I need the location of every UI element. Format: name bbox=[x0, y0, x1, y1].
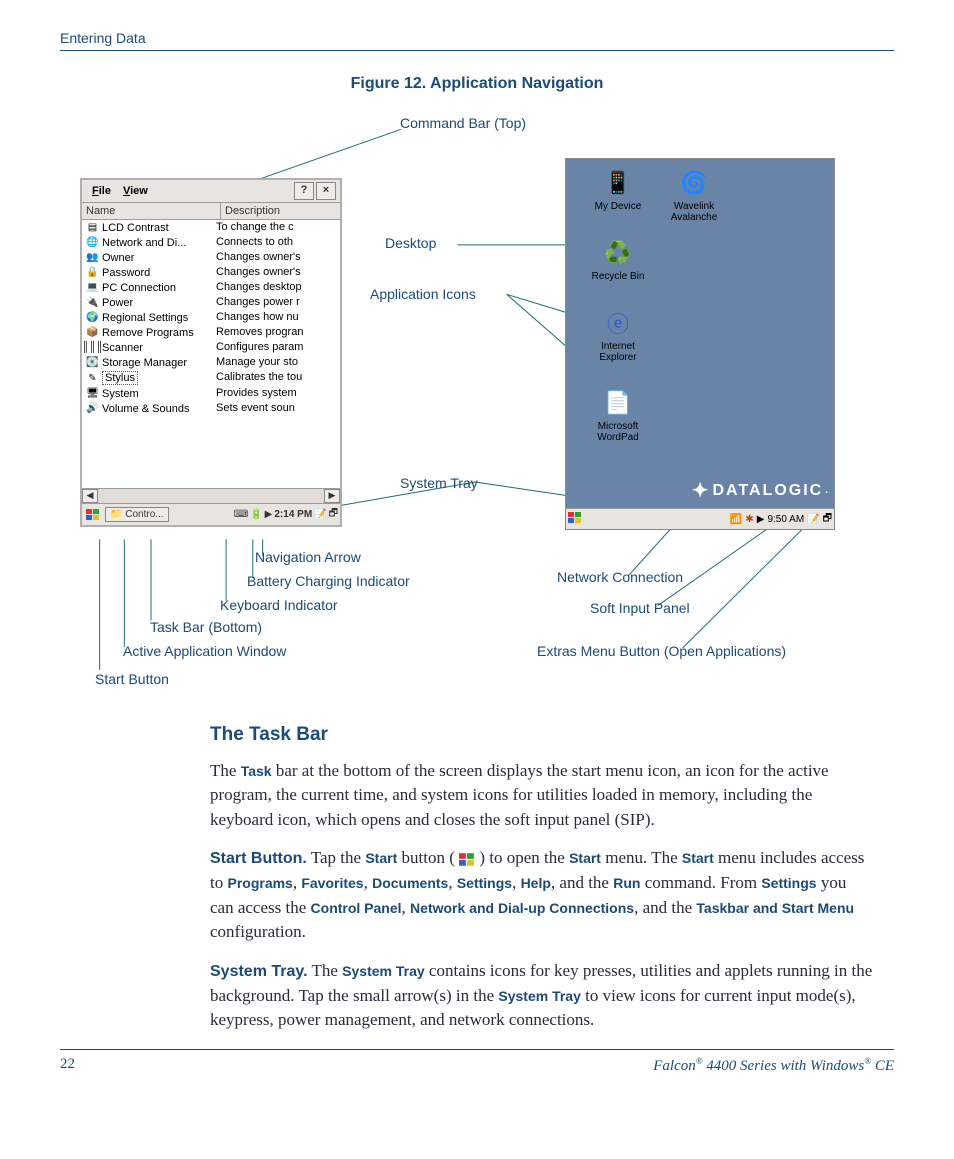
lock-icon: 🔒 bbox=[86, 266, 99, 279]
pc-connection-icon: 💻 bbox=[86, 281, 99, 294]
display-icon: ▤ bbox=[86, 221, 99, 234]
callout-keyboard: Keyboard Indicator bbox=[220, 597, 338, 613]
figure-diagram: Command Bar (Top) Desktop Application Ic… bbox=[70, 103, 894, 703]
callout-desktop: Desktop bbox=[385, 235, 436, 251]
list-item[interactable]: 🔊Volume & SoundsSets event soun bbox=[82, 401, 340, 416]
task-bar: 📶 ✱ ▶ 9:50 AM 📝 🗗 bbox=[566, 508, 834, 529]
windows-flag-icon bbox=[86, 509, 100, 521]
owner-icon: 👥 bbox=[86, 251, 99, 264]
callout-app-icons: Application Icons bbox=[370, 286, 476, 302]
remove-icon: 📦 bbox=[86, 326, 99, 339]
sip-icon[interactable]: 📝 bbox=[807, 514, 819, 525]
control-panel-list: ▤LCD ContrastTo change the c 🌐Network an… bbox=[82, 220, 340, 488]
nav-arrow-icon[interactable]: ▶ bbox=[265, 509, 273, 520]
extras-menu-icon[interactable]: 🗗 bbox=[823, 511, 832, 528]
list-item[interactable]: ▤LCD ContrastTo change the c bbox=[82, 220, 340, 235]
footer-product: Falcon® 4400 Series with Windows® CE bbox=[653, 1056, 894, 1075]
network-icon: 🌐 bbox=[86, 236, 99, 249]
battery-charging-icon[interactable]: 🔋 bbox=[250, 509, 262, 520]
list-item[interactable]: ✎StylusCalibrates the tou bbox=[82, 370, 340, 386]
close-button[interactable]: × bbox=[316, 182, 336, 200]
clock: 9:50 AM bbox=[767, 514, 804, 525]
extras-menu-icon[interactable]: 🗗 bbox=[329, 506, 338, 523]
list-item[interactable]: 🌐Network and Di...Connects to oth bbox=[82, 235, 340, 250]
page-footer: 22 Falcon® 4400 Series with Windows® CE bbox=[60, 1049, 894, 1075]
scanner-icon: ║║║ bbox=[86, 341, 99, 354]
stylus-icon: ✎ bbox=[86, 372, 99, 385]
power-icon: 🔌 bbox=[86, 296, 99, 309]
help-button[interactable]: ? bbox=[294, 182, 314, 200]
windows-flag-icon bbox=[568, 512, 582, 524]
active-application-button[interactable]: 📁 Contro... bbox=[105, 507, 169, 522]
callout-sip: Soft Input Panel bbox=[590, 600, 690, 616]
desktop-icon-wordpad[interactable]: 📄 Microsoft WordPad bbox=[586, 387, 650, 443]
desktop-icon-wavelink[interactable]: 🌀 Wavelink Avalanche bbox=[662, 167, 726, 223]
paragraph-system-tray: System Tray. The System Tray contains ic… bbox=[210, 959, 874, 1033]
command-bar: FFileile VViewiew ? × bbox=[82, 180, 340, 203]
desktop-screen: 📱 My Device 🌀 Wavelink Avalanche ♻️ Recy… bbox=[565, 158, 835, 530]
callout-battery: Battery Charging Indicator bbox=[247, 573, 410, 589]
scroll-right-icon[interactable]: ▶ bbox=[324, 489, 340, 503]
keyboard-indicator-icon[interactable]: ⌨ bbox=[234, 509, 248, 520]
globe-icon: 🌍 bbox=[86, 311, 99, 324]
nav-arrow-icon[interactable]: ▶ bbox=[757, 514, 765, 525]
page-header: Entering Data bbox=[60, 30, 894, 51]
menu-view[interactable]: VViewiew bbox=[117, 183, 154, 199]
status-icon[interactable]: ✱ bbox=[745, 514, 753, 525]
list-item[interactable]: 🖥SystemProvides system bbox=[82, 386, 340, 401]
column-name[interactable]: Name bbox=[82, 203, 221, 219]
heading-task-bar: The Task Bar bbox=[210, 721, 874, 749]
callout-network: Network Connection bbox=[557, 569, 683, 585]
clock: 2:14 PM bbox=[274, 509, 312, 520]
horizontal-scrollbar[interactable]: ◀ ▶ bbox=[82, 488, 340, 503]
datalogic-brand: ✦DATALOGIC. bbox=[692, 478, 828, 503]
callout-taskbar-bottom: Task Bar (Bottom) bbox=[150, 619, 262, 635]
desktop-icon-ie[interactable]: ⓔ Internet Explorer bbox=[586, 307, 650, 363]
list-item[interactable]: 💻PC ConnectionChanges desktop bbox=[82, 280, 340, 295]
control-panel-window: FFileile VViewiew ? × Name Description ▤… bbox=[80, 178, 342, 527]
scroll-left-icon[interactable]: ◀ bbox=[82, 489, 98, 503]
desktop-icon-my-device[interactable]: 📱 My Device bbox=[586, 167, 650, 212]
callout-nav-arrow: Navigation Arrow bbox=[255, 549, 361, 565]
list-item[interactable]: 👥OwnerChanges owner's bbox=[82, 250, 340, 265]
sound-icon: 🔊 bbox=[86, 402, 99, 415]
start-button[interactable] bbox=[568, 512, 582, 527]
paragraph-taskbar-intro: The Task bar at the bottom of the screen… bbox=[210, 759, 874, 833]
list-item[interactable]: 🔒PasswordChanges owner's bbox=[82, 265, 340, 280]
windows-flag-icon bbox=[459, 853, 475, 867]
network-connection-icon[interactable]: 📶 bbox=[730, 514, 742, 525]
body-content: The Task Bar The Task bar at the bottom … bbox=[210, 721, 874, 1033]
list-item[interactable]: 📦Remove ProgramsRemoves progran bbox=[82, 325, 340, 340]
wavelink-icon: 🌀 bbox=[678, 167, 710, 199]
callout-start-button: Start Button bbox=[95, 671, 169, 687]
device-icon: 📱 bbox=[602, 167, 634, 199]
callout-system-tray: System Tray bbox=[400, 475, 478, 491]
list-item[interactable]: 🌍Regional SettingsChanges how nu bbox=[82, 310, 340, 325]
storage-icon: 💽 bbox=[86, 356, 99, 369]
wordpad-icon: 📄 bbox=[602, 387, 634, 419]
page-number: 22 bbox=[60, 1056, 75, 1075]
ie-icon: ⓔ bbox=[602, 307, 634, 339]
paragraph-start-button: Start Button. Tap the Start button ( ) t… bbox=[210, 846, 874, 945]
recycle-icon: ♻️ bbox=[602, 237, 634, 269]
system-tray: ⌨ 🔋 ▶ 2:14 PM 📝 🗗 bbox=[234, 506, 338, 523]
list-item[interactable]: ║║║ScannerConfigures param bbox=[82, 340, 340, 355]
callout-extras: Extras Menu Button (Open Applications) bbox=[537, 643, 786, 659]
callout-active-app: Active Application Window bbox=[123, 643, 286, 659]
column-description[interactable]: Description bbox=[221, 203, 340, 219]
list-item[interactable]: 💽Storage ManagerManage your sto bbox=[82, 355, 340, 370]
sip-icon[interactable]: 📝 bbox=[314, 509, 326, 520]
system-icon: 🖥 bbox=[86, 387, 99, 400]
desktop-icon-recycle[interactable]: ♻️ Recycle Bin bbox=[586, 237, 650, 282]
list-item[interactable]: 🔌PowerChanges power r bbox=[82, 295, 340, 310]
start-button[interactable] bbox=[84, 507, 102, 523]
menu-file[interactable]: FFileile bbox=[86, 183, 117, 199]
callout-command-bar: Command Bar (Top) bbox=[400, 115, 526, 131]
task-bar: 📁 Contro... ⌨ 🔋 ▶ 2:14 PM 📝 🗗 bbox=[82, 503, 340, 525]
figure-caption: Figure 12. Application Navigation bbox=[60, 75, 894, 93]
